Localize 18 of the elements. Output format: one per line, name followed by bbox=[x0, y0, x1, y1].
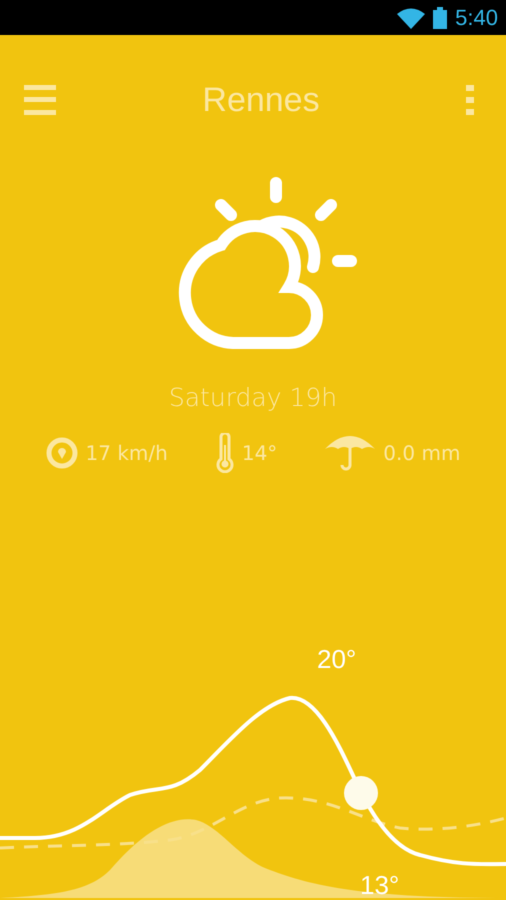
umbrella-icon bbox=[325, 434, 376, 470]
menu-button[interactable] bbox=[24, 85, 56, 115]
battery-icon bbox=[433, 6, 448, 28]
more-icon bbox=[466, 85, 474, 115]
thermometer-icon bbox=[216, 432, 234, 472]
stat-value: 0.0 mm bbox=[383, 440, 460, 466]
overflow-menu-button[interactable] bbox=[466, 85, 474, 115]
clock: 5:40 bbox=[455, 4, 498, 32]
city-title: Rennes bbox=[202, 80, 320, 120]
wifi-icon bbox=[397, 6, 426, 28]
location-pin-icon bbox=[46, 436, 78, 468]
stat-value: 14° bbox=[242, 440, 278, 466]
current-time-marker[interactable] bbox=[344, 776, 378, 810]
forecast-time: Saturday 19h bbox=[168, 382, 338, 414]
menu-icon bbox=[24, 85, 56, 115]
stat-value: 17 km/h bbox=[86, 440, 168, 466]
max-temperature-label: 20° bbox=[317, 646, 356, 672]
min-temperature-label: 13° bbox=[360, 872, 400, 898]
